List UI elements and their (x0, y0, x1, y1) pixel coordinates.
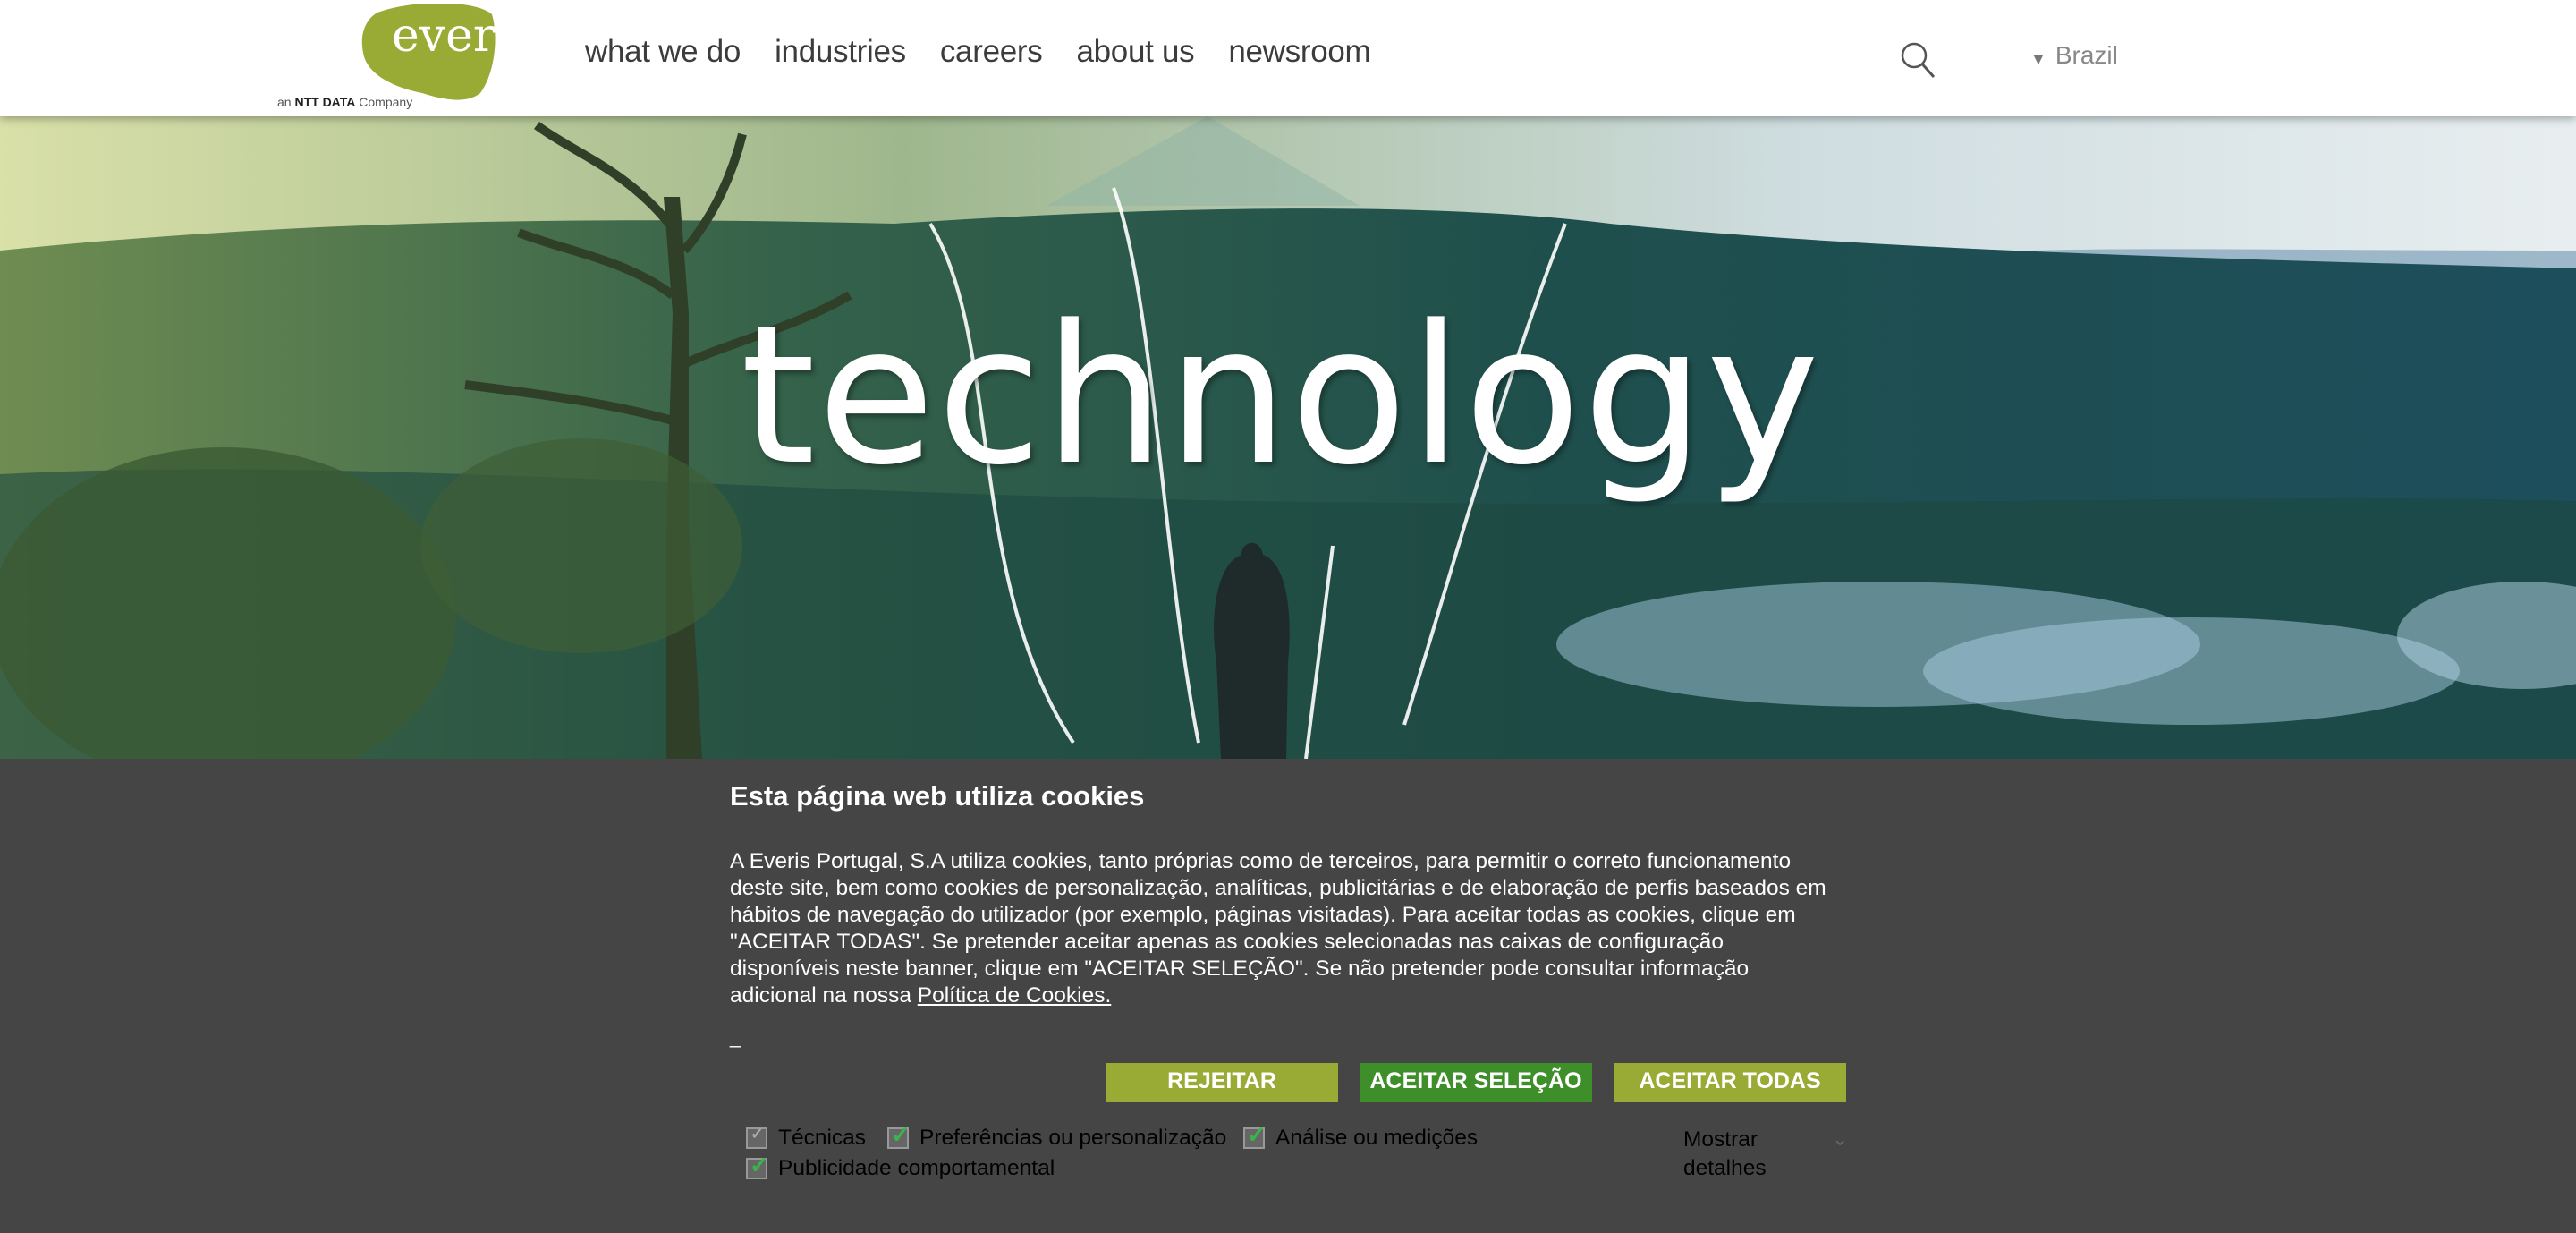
cookie-policy-link[interactable]: Política de Cookies. (918, 983, 1112, 1008)
accept-all-button[interactable]: ACEITAR TODAS (1614, 1063, 1846, 1102)
nav-about-us[interactable]: about us (1076, 34, 1194, 70)
nav-industries[interactable]: industries (775, 34, 906, 70)
cookie-option-label: Publicidade comportamental (778, 1156, 1055, 1180)
tagline-brand: NTT DATA (294, 95, 356, 109)
cookie-option-analise[interactable]: ✓ Análise ou medições (1243, 1121, 1479, 1151)
hero-title: technology (740, 285, 1822, 507)
nav-newsroom[interactable]: newsroom (1228, 34, 1370, 70)
show-details-toggle[interactable]: Mostrar detalhes (1683, 1126, 1791, 1183)
cookie-body-text: A Everis Portugal, S.A utiliza cookies, … (730, 849, 1826, 1008)
nav-what-we-do[interactable]: what we do (585, 34, 741, 70)
site-header: everis an NTT DATA Company what we do in… (0, 0, 2576, 116)
nav-careers[interactable]: careers (940, 34, 1043, 70)
cookie-body: A Everis Portugal, S.A utiliza cookies, … (730, 848, 1839, 1009)
checkbox-publicidade[interactable]: ✓ (746, 1152, 769, 1179)
hero-banner: technology (0, 116, 2576, 759)
checkbox-analise[interactable]: ✓ (1243, 1121, 1267, 1149)
cookie-option-label: Técnicas (778, 1126, 867, 1150)
cookie-option-label: Preferências ou personalização (919, 1126, 1227, 1150)
tagline-prefix: an (277, 95, 292, 109)
main-nav: what we do industries careers about us n… (585, 34, 1404, 70)
logo-tagline: an NTT DATA Company (277, 95, 412, 109)
tagline-suffix: Company (359, 95, 413, 109)
chevron-down-icon[interactable]: ⌄ (1832, 1127, 1848, 1151)
cookie-banner: Esta página web utiliza cookies A Everis… (0, 759, 2576, 1233)
logo-wordmark: everis (392, 9, 535, 63)
cookie-option-publicidade[interactable]: ✓ Publicidade comportamental (746, 1152, 1055, 1181)
reject-button[interactable]: REJEITAR (1106, 1063, 1338, 1102)
country-label: Brazil (2055, 41, 2118, 69)
cookie-option-preferencias[interactable]: ✓ Preferências ou personalização (887, 1121, 1227, 1151)
checkmark-icon: ✓ (891, 1121, 911, 1148)
triangle-down-icon: ▼ (2030, 49, 2046, 68)
checkbox-preferencias[interactable]: ✓ (887, 1121, 911, 1149)
checkmark-icon: ✓ (750, 1152, 769, 1178)
checkbox-tecnicas[interactable]: ✓ (746, 1125, 767, 1149)
cookie-option-label: Análise ou medições (1275, 1126, 1479, 1150)
checkmark-icon: ✓ (1247, 1121, 1267, 1148)
cookie-option-tecnicas[interactable]: ✓ Técnicas (746, 1125, 867, 1151)
everis-logo[interactable]: everis an NTT DATA Company (277, 4, 534, 116)
accept-selection-button[interactable]: ACEITAR SELEÇÃO (1360, 1063, 1592, 1102)
cookie-underline-mark: _ (730, 1025, 741, 1048)
cookie-title: Esta página web utiliza cookies (730, 780, 1145, 812)
search-icon[interactable] (1900, 41, 1936, 79)
country-selector[interactable]: ▼ Brazil (2030, 41, 2118, 70)
